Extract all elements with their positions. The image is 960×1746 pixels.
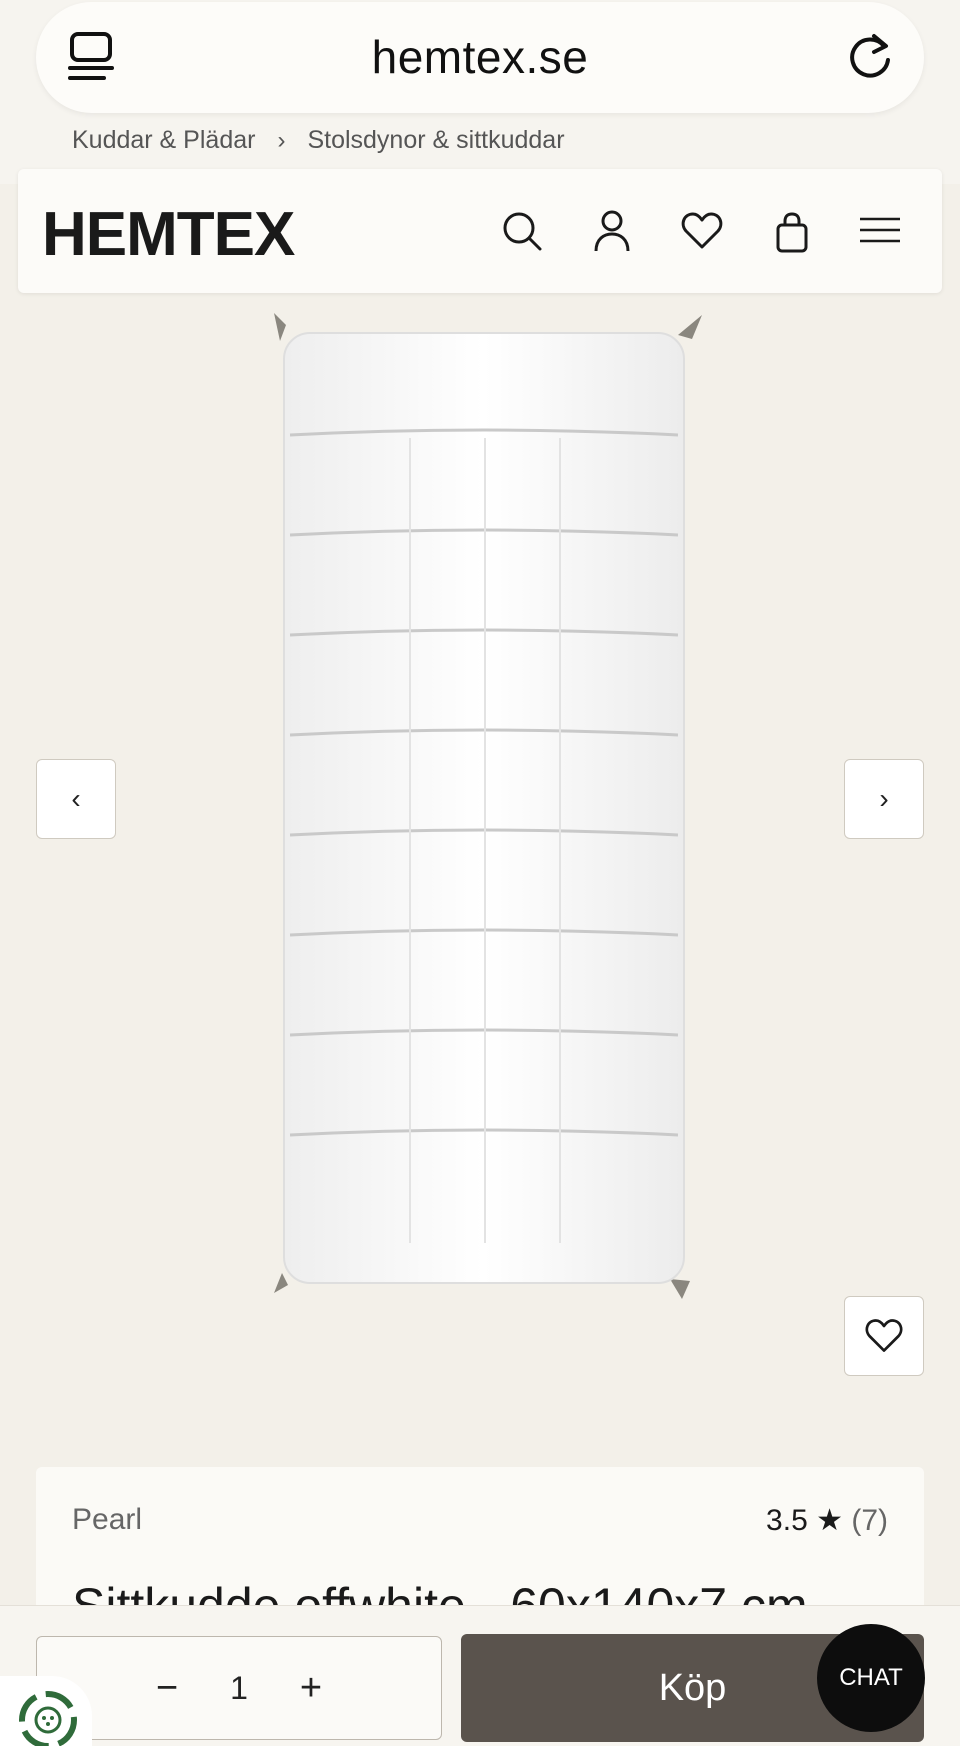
breadcrumb: Kuddar & Plädar › Stolsdynor & sittkudda…	[72, 126, 565, 155]
site-header: HEMTEX	[18, 169, 942, 293]
gallery-next-button[interactable]: ›	[844, 759, 924, 839]
search-icon[interactable]	[500, 209, 544, 253]
browser-top-bar: hemtex.se Kuddar & Plädar › Stolsdynor &…	[0, 0, 960, 184]
hemtex-logo[interactable]: HEMTEX	[42, 199, 295, 270]
product-gallery: ‹ ›	[0, 293, 960, 1393]
quantity-decrease-button[interactable]: −	[156, 1669, 178, 1707]
menu-icon[interactable]	[858, 209, 902, 253]
heart-icon[interactable]	[680, 209, 724, 253]
breadcrumb-separator: ›	[277, 126, 286, 154]
address-bar[interactable]: hemtex.se	[36, 2, 924, 113]
product-brand[interactable]: Pearl	[72, 1503, 142, 1537]
breadcrumb-item-kuddar[interactable]: Kuddar & Plädar	[72, 126, 255, 155]
quantity-stepper: − 1 +	[36, 1636, 442, 1740]
breadcrumb-item-stolsdynor[interactable]: Stolsdynor & sittkuddar	[307, 126, 564, 155]
product-image	[270, 313, 710, 1313]
sticky-buy-bar: − 1 + Köp CHAT	[0, 1605, 960, 1746]
product-rating[interactable]: 3.5 ★ (7)	[766, 1503, 888, 1538]
chat-button[interactable]: CHAT	[817, 1624, 925, 1732]
quantity-increase-button[interactable]: +	[300, 1669, 322, 1707]
reload-icon[interactable]	[844, 28, 896, 84]
wishlist-button[interactable]	[844, 1296, 924, 1376]
heart-icon	[865, 1319, 903, 1352]
rating-count: (7)	[851, 1504, 888, 1537]
recycle-icon	[19, 1691, 77, 1746]
rating-value: 3.5 ★	[766, 1504, 843, 1537]
bag-icon[interactable]	[770, 209, 814, 253]
url-text: hemtex.se	[371, 31, 589, 83]
account-icon[interactable]	[590, 209, 634, 253]
eco-badge[interactable]	[0, 1676, 92, 1746]
quantity-value[interactable]: 1	[230, 1670, 248, 1707]
gallery-prev-button[interactable]: ‹	[36, 759, 116, 839]
